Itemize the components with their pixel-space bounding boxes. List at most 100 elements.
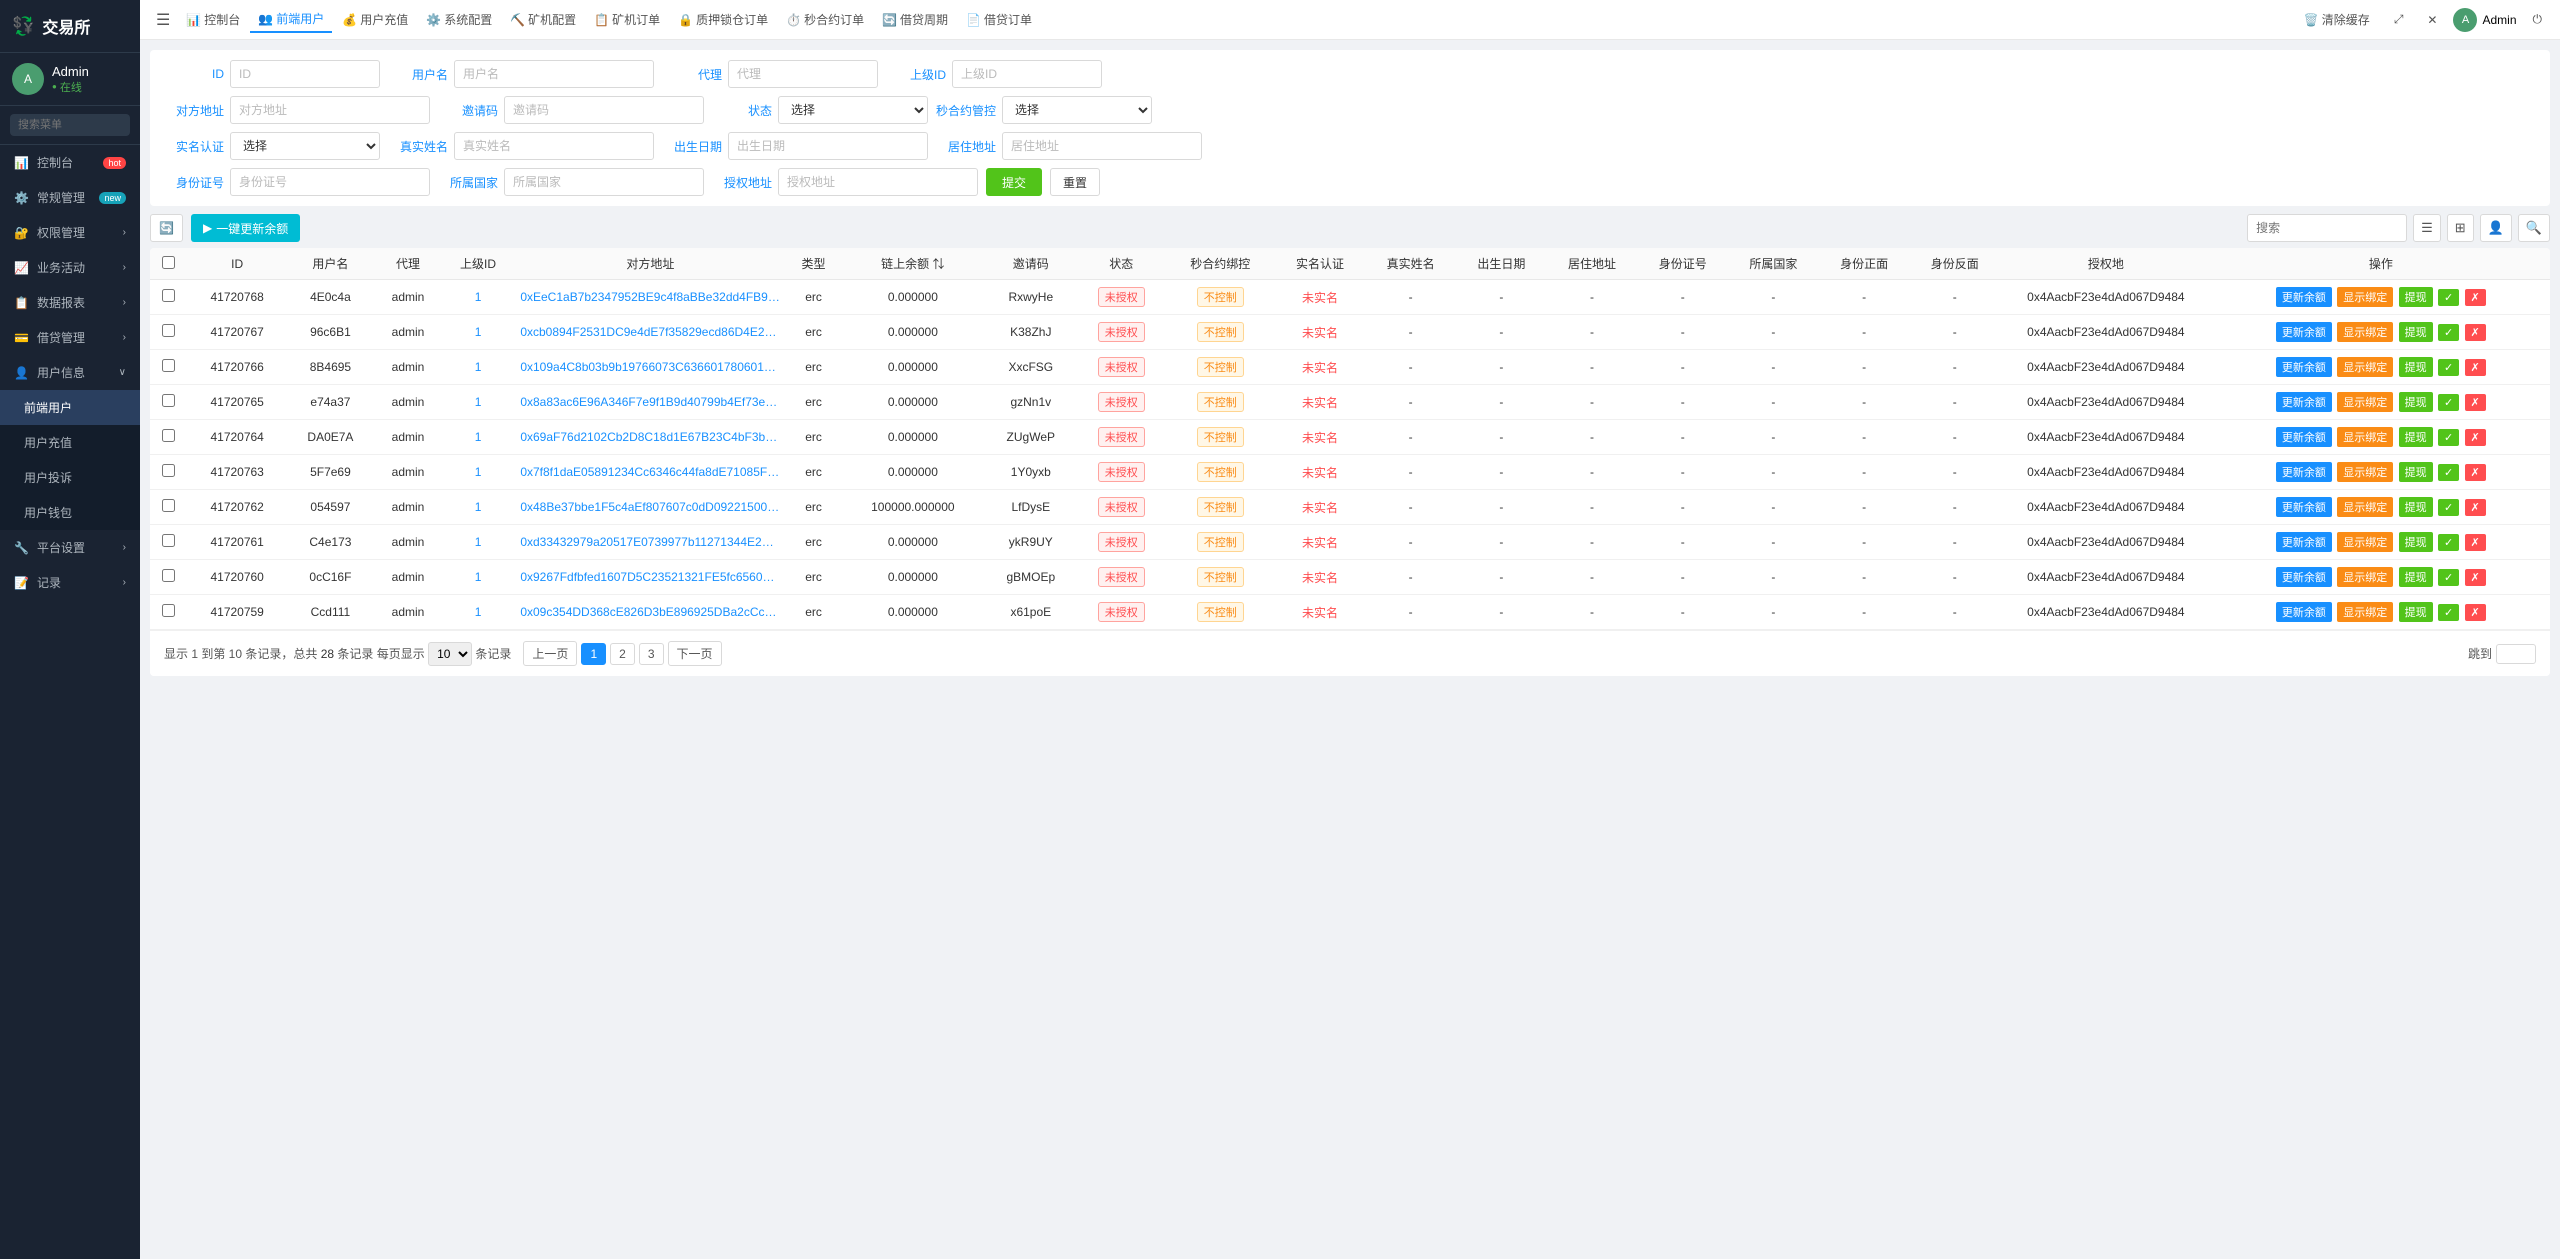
- sidebar-item-user-wallet[interactable]: 用户钱包: [0, 495, 140, 530]
- filter-input-residence[interactable]: [1002, 132, 1202, 160]
- withdraw-button[interactable]: 提现: [2399, 392, 2433, 412]
- topbar-item-system-config[interactable]: ⚙️ 系统配置: [418, 7, 500, 32]
- page-1-button[interactable]: 1: [581, 643, 606, 665]
- row-checkbox[interactable]: [162, 534, 175, 547]
- update-balance-row-button[interactable]: 更新余额: [2276, 462, 2332, 482]
- row-checkbox[interactable]: [162, 359, 175, 372]
- withdraw-button[interactable]: 提现: [2399, 287, 2433, 307]
- topbar-item-miner-orders[interactable]: 📋 矿机订单: [586, 7, 668, 32]
- table-view-grid-button[interactable]: ⊞: [2447, 214, 2474, 242]
- update-balance-row-button[interactable]: 更新余额: [2276, 532, 2332, 552]
- update-balance-row-button[interactable]: 更新余额: [2276, 427, 2332, 447]
- sidebar-item-frontend-user[interactable]: 前端用户: [0, 390, 140, 425]
- show-bind-button[interactable]: 显示绑定: [2337, 427, 2393, 447]
- cell-counterparty[interactable]: 0x109a4C8b03b9b19766073C6366017806018B46…: [514, 350, 786, 385]
- row-checkbox[interactable]: [162, 569, 175, 582]
- topbar-item-seconds-orders[interactable]: ⏱️ 秒合约订单: [778, 7, 872, 32]
- cell-parent-id[interactable]: 1: [442, 315, 515, 350]
- table-view-list-button[interactable]: ☰: [2413, 214, 2441, 242]
- delete-button[interactable]: ✗: [2465, 394, 2486, 411]
- sidebar-item-platform-settings[interactable]: 🔧 平台设置 ›: [0, 530, 140, 565]
- sidebar-item-permission[interactable]: 🔐 权限管理 ›: [0, 215, 140, 250]
- cell-counterparty[interactable]: 0x48Be37bbe1F5c4aEf807607c0dD09221500545…: [514, 490, 786, 525]
- update-balance-button[interactable]: ▶ 一键更新余额: [191, 214, 300, 242]
- cell-parent-id[interactable]: 1: [442, 455, 515, 490]
- withdraw-button[interactable]: 提现: [2399, 532, 2433, 552]
- sidebar-item-loan-mgmt[interactable]: 💳 借贷管理 ›: [0, 320, 140, 355]
- show-bind-button[interactable]: 显示绑定: [2337, 462, 2393, 482]
- expand-button[interactable]: ⤢: [2386, 9, 2412, 30]
- cell-parent-id[interactable]: 1: [442, 595, 515, 630]
- cell-parent-id[interactable]: 1: [442, 385, 515, 420]
- show-bind-button[interactable]: 显示绑定: [2337, 287, 2393, 307]
- update-balance-row-button[interactable]: 更新余额: [2276, 322, 2332, 342]
- clear-cache-button[interactable]: 🗑️ 清除缓存: [2296, 8, 2378, 31]
- topbar-item-user-recharge[interactable]: 💰 用户充值: [334, 7, 416, 32]
- filter-input-id[interactable]: [230, 60, 380, 88]
- topbar-item-pledge-orders[interactable]: 🔒 质押锁仓订单: [670, 7, 776, 32]
- update-balance-row-button[interactable]: 更新余额: [2276, 567, 2332, 587]
- withdraw-button[interactable]: 提现: [2399, 462, 2433, 482]
- row-checkbox[interactable]: [162, 289, 175, 302]
- edit-button[interactable]: ✓: [2438, 499, 2459, 516]
- sidebar-item-user-complaint[interactable]: 用户投诉: [0, 460, 140, 495]
- cell-counterparty[interactable]: 0x09c354DD368cE826D3bE896925DBa2cCcBCcd1…: [514, 595, 786, 630]
- sidebar-item-business[interactable]: 📈 业务活动 ›: [0, 250, 140, 285]
- show-bind-button[interactable]: 显示绑定: [2337, 532, 2393, 552]
- delete-button[interactable]: ✗: [2465, 499, 2486, 516]
- delete-button[interactable]: ✗: [2465, 324, 2486, 341]
- goto-page-input[interactable]: [2496, 644, 2536, 664]
- withdraw-button[interactable]: 提现: [2399, 427, 2433, 447]
- select-all-checkbox[interactable]: [162, 256, 175, 269]
- sidebar-item-data-report[interactable]: 📋 数据报表 ›: [0, 285, 140, 320]
- topbar-item-frontend-user[interactable]: 👥 前端用户: [250, 6, 332, 33]
- update-balance-row-button[interactable]: 更新余额: [2276, 602, 2332, 622]
- page-2-button[interactable]: 2: [610, 643, 635, 665]
- withdraw-button[interactable]: 提现: [2399, 567, 2433, 587]
- delete-button[interactable]: ✗: [2465, 464, 2486, 481]
- cell-parent-id[interactable]: 1: [442, 420, 515, 455]
- per-page-select[interactable]: 10 20 50: [428, 642, 472, 666]
- update-balance-row-button[interactable]: 更新余额: [2276, 392, 2332, 412]
- sidebar-item-dashboard[interactable]: 📊 控制台 hot: [0, 145, 140, 180]
- row-checkbox[interactable]: [162, 604, 175, 617]
- show-bind-button[interactable]: 显示绑定: [2337, 497, 2393, 517]
- delete-button[interactable]: ✗: [2465, 604, 2486, 621]
- logout-button[interactable]: ⏻: [2525, 9, 2551, 30]
- filter-select-real-auth[interactable]: 选择 已实名 未实名: [230, 132, 380, 160]
- topbar-item-miner-config[interactable]: ⛏️ 矿机配置: [502, 7, 584, 32]
- withdraw-button[interactable]: 提现: [2399, 322, 2433, 342]
- topbar-item-loan-orders[interactable]: 📄 借贷订单: [958, 7, 1040, 32]
- update-balance-row-button[interactable]: 更新余额: [2276, 287, 2332, 307]
- filter-input-id-number[interactable]: [230, 168, 430, 196]
- cell-counterparty[interactable]: 0xcb0894F2531DC9e4dE7f35829ecd86D4E296c6…: [514, 315, 786, 350]
- row-checkbox[interactable]: [162, 394, 175, 407]
- cell-parent-id[interactable]: 1: [442, 525, 515, 560]
- cell-counterparty[interactable]: 0xEeC1aB7b2347952BE9c4f8aBBe32dd4FB94E0c…: [514, 280, 786, 315]
- row-checkbox[interactable]: [162, 464, 175, 477]
- table-search-button[interactable]: 🔍: [2518, 214, 2550, 242]
- row-checkbox[interactable]: [162, 324, 175, 337]
- table-search-input[interactable]: [2247, 214, 2407, 242]
- update-balance-row-button[interactable]: 更新余额: [2276, 497, 2332, 517]
- filter-input-country[interactable]: [504, 168, 704, 196]
- admin-menu[interactable]: A Admin: [2453, 8, 2516, 32]
- cell-parent-id[interactable]: 1: [442, 490, 515, 525]
- cell-counterparty[interactable]: 0x7f8f1daE05891234Cc6346c44fa8dE71085F7e…: [514, 455, 786, 490]
- edit-button[interactable]: ✓: [2438, 289, 2459, 306]
- sidebar-item-user-info[interactable]: 👤 用户信息 ∨: [0, 355, 140, 390]
- show-bind-button[interactable]: 显示绑定: [2337, 322, 2393, 342]
- filter-input-agent[interactable]: [728, 60, 878, 88]
- row-checkbox[interactable]: [162, 499, 175, 512]
- show-bind-button[interactable]: 显示绑定: [2337, 567, 2393, 587]
- refresh-button[interactable]: 🔄: [150, 214, 183, 242]
- edit-button[interactable]: ✓: [2438, 569, 2459, 586]
- edit-button[interactable]: ✓: [2438, 464, 2459, 481]
- cell-parent-id[interactable]: 1: [442, 350, 515, 385]
- edit-button[interactable]: ✓: [2438, 394, 2459, 411]
- delete-button[interactable]: ✗: [2465, 534, 2486, 551]
- reset-button[interactable]: 重置: [1050, 168, 1100, 196]
- sidebar-item-records[interactable]: 📝 记录 ›: [0, 565, 140, 600]
- cell-parent-id[interactable]: 1: [442, 560, 515, 595]
- cell-counterparty[interactable]: 0x8a83ac6E96A346F7e9f1B9d40799b4Ef73e74a…: [514, 385, 786, 420]
